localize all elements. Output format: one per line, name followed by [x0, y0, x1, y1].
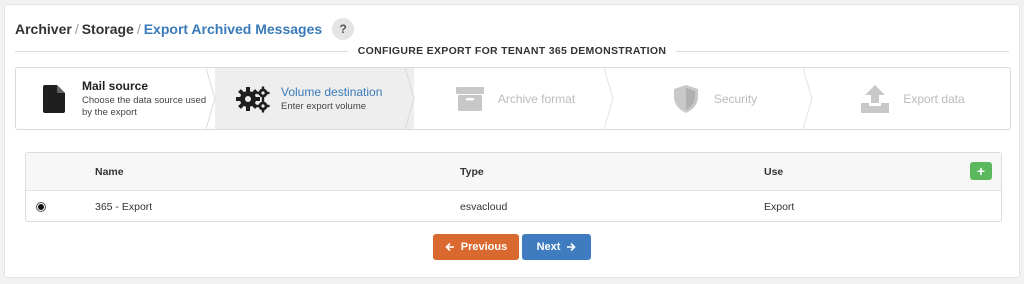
cell-use: Export	[764, 200, 795, 213]
step-chevron	[803, 68, 813, 129]
breadcrumb-separator: /	[136, 21, 141, 37]
volumes-table: Name Type Use + 365 - Export esvacloud E…	[25, 152, 1002, 222]
table-row[interactable]: 365 - Export esvacloud Export	[26, 191, 1001, 222]
next-label: Next	[536, 241, 561, 253]
step-title: Volume destination	[281, 84, 383, 99]
step-title: Mail source	[82, 78, 149, 93]
document-icon	[36, 81, 72, 117]
step-export-data: Export data	[812, 68, 1010, 129]
cell-name: 365 - Export	[95, 200, 153, 213]
step-title: Security	[713, 91, 758, 106]
wizard-steps: Mail source Choose the data source used …	[15, 67, 1011, 130]
help-button[interactable]: ?	[332, 18, 355, 40]
cell-type: esvacloud	[460, 200, 508, 213]
row-select-radio[interactable]	[36, 191, 46, 222]
step-volume-destination[interactable]: Volume destination Enter export volume	[215, 68, 415, 129]
section-title: CONFIGURE EXPORT FOR TENANT 365 DEMONSTR…	[15, 43, 1009, 59]
step-security: Security	[613, 68, 813, 129]
step-chevron	[604, 68, 614, 129]
step-title: Export data	[903, 91, 965, 106]
divider	[15, 50, 348, 52]
step-mail-source[interactable]: Mail source Choose the data source used …	[16, 68, 216, 129]
breadcrumb-current: Export Archived Messages	[143, 21, 323, 37]
column-header-type: Type	[460, 165, 484, 178]
section-title-text: CONFIGURE EXPORT FOR TENANT 365 DEMONSTR…	[357, 45, 667, 57]
step-archive-format: Archive format	[414, 68, 614, 129]
archive-box-icon	[452, 81, 488, 117]
step-subtitle: Enter export volume	[281, 100, 367, 112]
step-title: Archive format	[497, 91, 576, 106]
breadcrumb: Archiver / Storage / Export Archived Mes…	[15, 17, 355, 41]
breadcrumb-separator: /	[74, 21, 79, 37]
arrow-left-icon	[445, 242, 454, 252]
next-button[interactable]: Next	[522, 234, 591, 260]
breadcrumb-archiver[interactable]: Archiver	[15, 21, 72, 37]
shield-icon	[668, 81, 704, 117]
breadcrumb-storage[interactable]: Storage	[82, 21, 134, 37]
step-subtitle: Choose the data source used by the expor…	[82, 94, 207, 118]
upload-icon	[857, 81, 893, 117]
column-header-use: Use	[764, 165, 784, 178]
export-panel: Archiver / Storage / Export Archived Mes…	[4, 4, 1020, 278]
gears-icon	[235, 81, 271, 117]
step-chevron	[405, 68, 415, 129]
previous-button[interactable]: Previous	[433, 234, 519, 260]
table-header: Name Type Use +	[26, 153, 1001, 191]
step-chevron	[206, 68, 216, 129]
divider	[676, 50, 1009, 52]
column-header-name: Name	[95, 165, 124, 178]
radio-selected[interactable]	[36, 201, 46, 212]
add-volume-button[interactable]: +	[970, 162, 992, 180]
previous-label: Previous	[460, 241, 508, 253]
arrow-right-icon	[567, 242, 577, 252]
